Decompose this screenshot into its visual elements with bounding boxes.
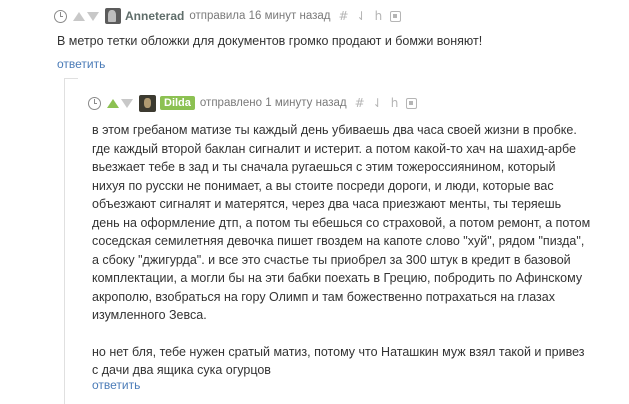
bookmark-icon[interactable]: ⇃ (373, 96, 383, 110)
hash-link-icon[interactable]: # (355, 96, 365, 110)
history-icon[interactable]: h (391, 96, 399, 110)
bookmark-icon[interactable]: ⇃ (357, 9, 367, 23)
clock-icon (88, 96, 101, 110)
comment-text: В метро тетки обложки для документов гро… (57, 34, 483, 48)
text-line: а сбоку "джигурда". и все это счастье ты… (92, 252, 571, 267)
text-line: комплектации, а могли бы на эти бабки по… (92, 271, 583, 285)
thread-indent-line (64, 78, 78, 404)
avatar[interactable] (105, 8, 121, 24)
reply-link[interactable]: ответить (92, 378, 140, 392)
reply-link[interactable]: ответить (57, 57, 105, 71)
text-line: день на оформление дтп, а потом ты ебешь… (92, 215, 591, 230)
upvote-icon[interactable] (73, 11, 85, 21)
save-icon[interactable] (390, 10, 402, 22)
text-line: в этом гребаном матизе ты каждый день уб… (92, 123, 577, 137)
downvote-icon[interactable] (121, 98, 133, 108)
text-line: где каждый второй баклан сигналит и исте… (92, 141, 576, 156)
text-line: но нет бля, тебе нужен сратый матиз, пот… (92, 344, 585, 359)
author-name[interactable]: Dilda (160, 96, 195, 110)
text-line: акрополю, взобраться на гору Олимп и там… (92, 289, 555, 304)
avatar[interactable] (139, 94, 156, 112)
clock-icon (54, 9, 67, 23)
comment-timestamp: отправлено 1 минуту назад (199, 97, 347, 109)
comment-timestamp: отправила 16 минут назад (189, 10, 331, 22)
author-name[interactable]: Anneterad (125, 9, 184, 23)
hash-link-icon[interactable]: # (338, 9, 348, 23)
history-icon[interactable]: h (375, 9, 383, 23)
text-line: объезжают сигналят и матерятся, через дв… (92, 197, 562, 211)
upvote-icon[interactable] (107, 98, 119, 108)
comment-header: Anneterad отправила 16 минут назад # ⇃ h (54, 7, 402, 25)
save-icon[interactable] (406, 97, 418, 109)
text-line: изумленного Зевса. (92, 308, 207, 322)
text-line: вьезжает тебе в зад и ты сначала ругаешь… (92, 160, 556, 174)
text-line: с дачи два ящика сука огурцов (92, 363, 271, 377)
reply-comment-text: в этом гребаном матизе ты каждый день уб… (92, 121, 614, 380)
text-line: соседская семилетняя девочка пишет гвозд… (92, 234, 585, 248)
downvote-icon[interactable] (87, 11, 99, 21)
text-line: нихуя по русски не понимает, а вы стоите… (92, 178, 554, 193)
reply-comment-header: Dilda отправлено 1 минуту назад # ⇃ h (88, 94, 418, 112)
